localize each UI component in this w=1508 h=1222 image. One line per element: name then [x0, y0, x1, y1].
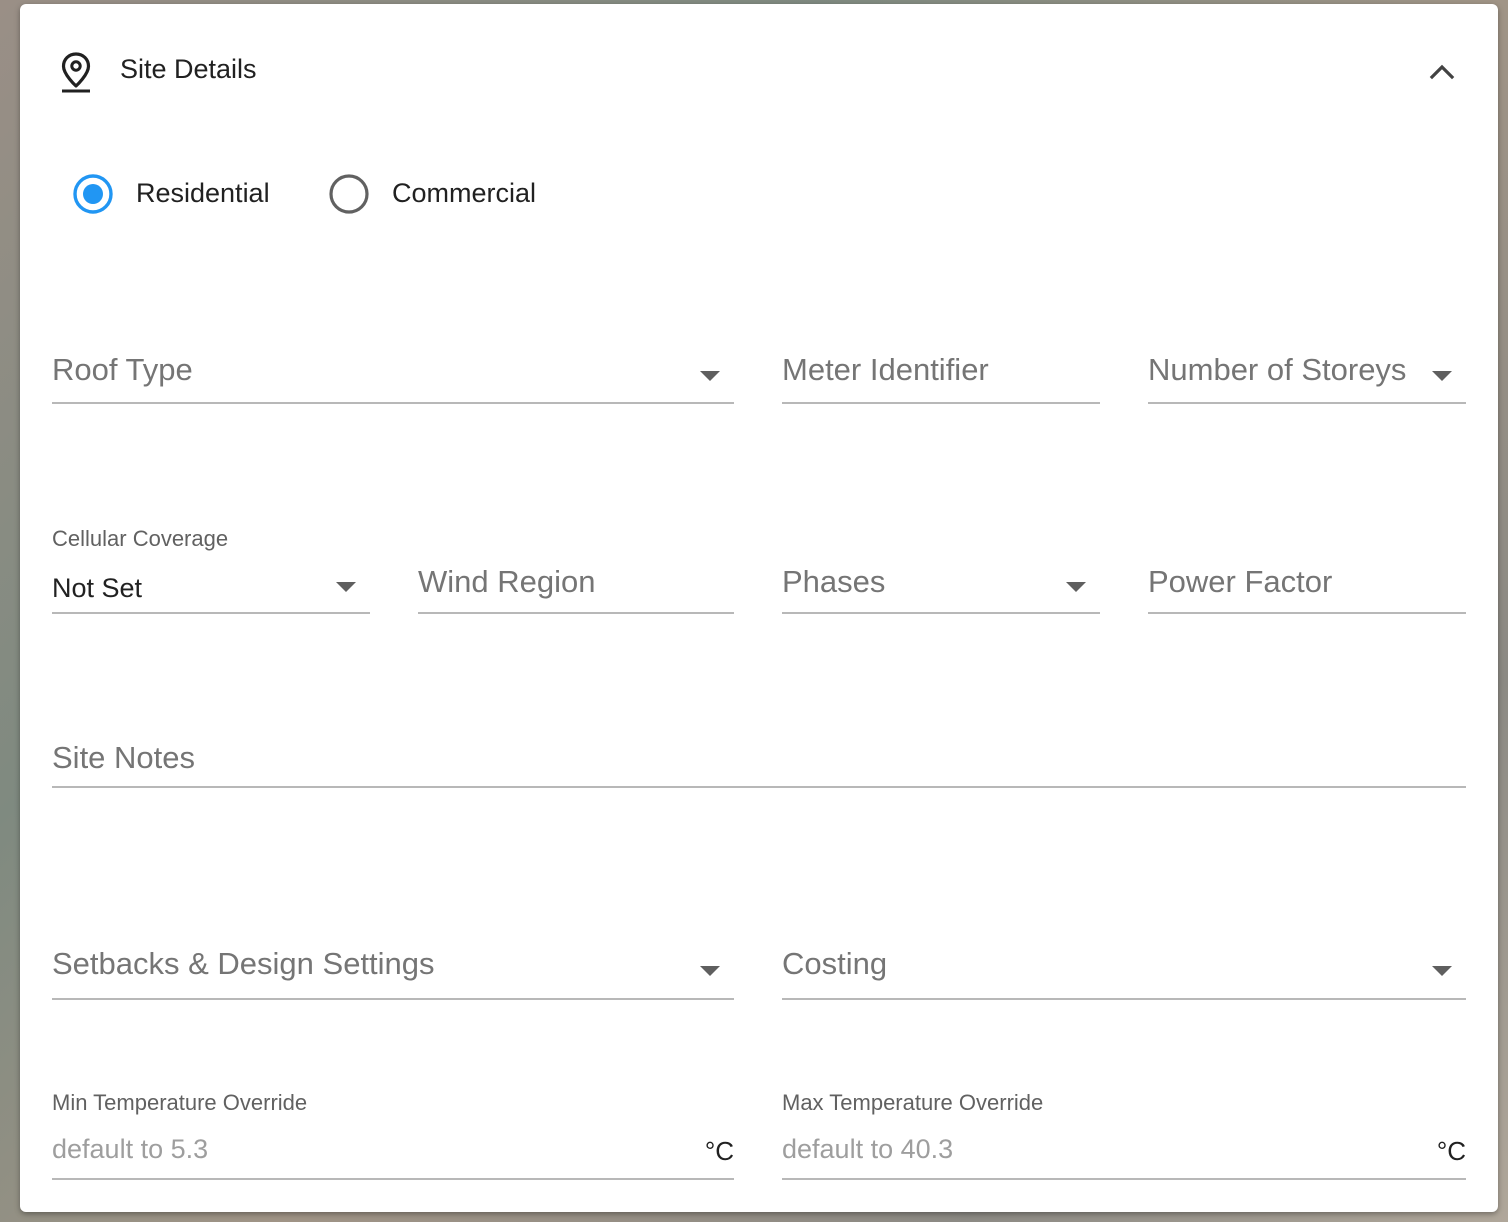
- dropdown-arrow-icon: [1432, 371, 1452, 381]
- roof-type-placeholder: Roof Type: [52, 352, 193, 387]
- dropdown-arrow-icon: [336, 582, 356, 592]
- setbacks-design-settings-select[interactable]: Setbacks & Design Settings: [52, 928, 734, 1000]
- costing-placeholder: Costing: [782, 946, 888, 981]
- wind-region-placeholder: Wind Region: [418, 564, 596, 599]
- dropdown-arrow-icon: [1432, 966, 1452, 976]
- cellular-coverage-select[interactable]: Cellular Coverage Not Set: [52, 522, 370, 614]
- meter-identifier-input[interactable]: Meter Identifier: [782, 334, 1100, 404]
- residential-label: Residential: [136, 178, 270, 208]
- site-details-card: Site Details Residential Commercial Roof…: [20, 4, 1498, 1212]
- min-temperature-label: Min Temperature Override: [52, 1090, 308, 1115]
- min-temperature-override-input[interactable]: Min Temperature Override default to 5.3 …: [52, 1086, 734, 1180]
- max-temperature-override-input[interactable]: Max Temperature Override default to 40.3…: [782, 1086, 1466, 1180]
- phases-select[interactable]: Phases: [782, 544, 1100, 614]
- costing-select[interactable]: Costing: [782, 928, 1466, 1000]
- dropdown-arrow-icon: [1066, 582, 1086, 592]
- dropdown-arrow-icon: [700, 371, 720, 381]
- cellular-coverage-label: Cellular Coverage: [52, 526, 229, 551]
- chevron-up-icon: [1429, 64, 1455, 80]
- roof-type-select[interactable]: Roof Type: [52, 334, 734, 404]
- card-title: Site Details: [120, 54, 257, 84]
- wind-region-input[interactable]: Wind Region: [418, 544, 734, 614]
- commercial-radio[interactable]: Commercial: [328, 172, 568, 216]
- dropdown-arrow-icon: [700, 966, 720, 976]
- location-pin-icon: [61, 52, 91, 93]
- radio-checked-icon: [73, 174, 113, 214]
- cellular-coverage-value: Not Set: [52, 573, 143, 603]
- min-temperature-unit: °C: [704, 1136, 734, 1166]
- number-of-storeys-placeholder: Number of Storeys: [1148, 352, 1407, 387]
- site-notes-placeholder: Site Notes: [52, 740, 196, 775]
- meter-identifier-placeholder: Meter Identifier: [782, 352, 989, 387]
- max-temperature-unit: °C: [1436, 1136, 1466, 1166]
- max-temperature-placeholder: default to 40.3: [782, 1134, 954, 1164]
- collapse-button[interactable]: [1420, 52, 1464, 92]
- card-header: Site Details: [20, 4, 1498, 134]
- min-temperature-placeholder: default to 5.3: [52, 1134, 209, 1164]
- commercial-label: Commercial: [392, 178, 537, 208]
- setbacks-placeholder: Setbacks & Design Settings: [52, 946, 435, 981]
- radio-unchecked-icon: [329, 174, 369, 214]
- site-notes-input[interactable]: Site Notes: [52, 724, 1466, 788]
- power-factor-placeholder: Power Factor: [1148, 564, 1333, 599]
- power-factor-input[interactable]: Power Factor: [1148, 544, 1466, 614]
- max-temperature-label: Max Temperature Override: [782, 1090, 1044, 1115]
- phases-placeholder: Phases: [782, 564, 886, 599]
- number-of-storeys-select[interactable]: Number of Storeys: [1148, 334, 1466, 404]
- residential-radio[interactable]: Residential: [72, 172, 312, 216]
